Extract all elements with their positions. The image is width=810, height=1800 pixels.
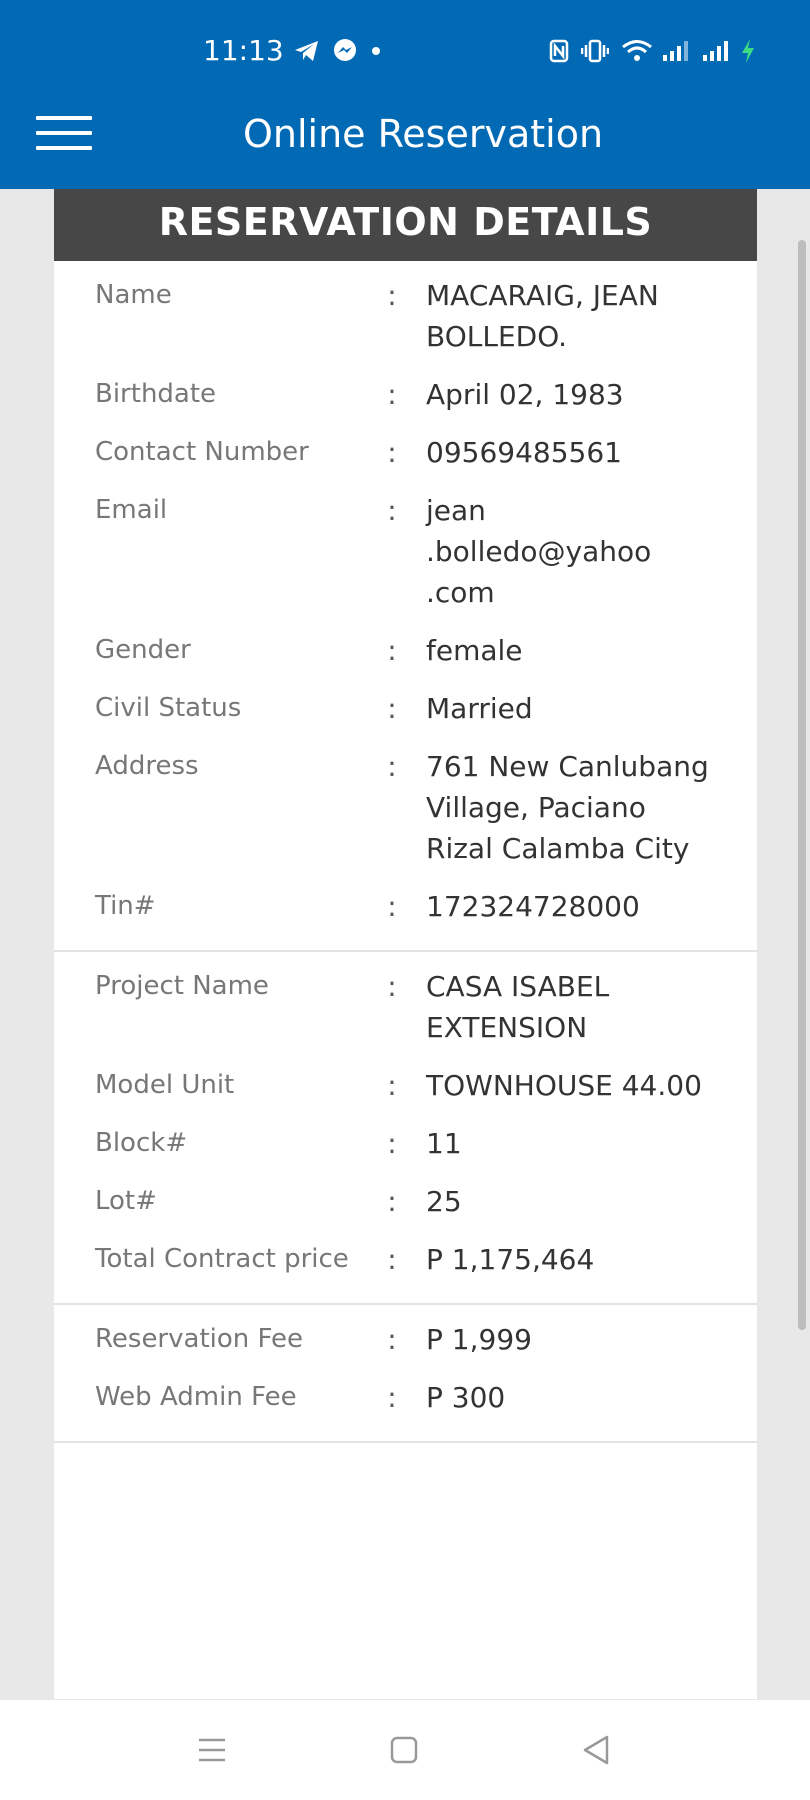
status-bar: 11:13 [0, 30, 810, 74]
detail-row-lot: Lot# : 25 [54, 1177, 757, 1235]
signal-icon [660, 36, 690, 66]
detail-label: Project Name [95, 971, 269, 1001]
detail-row-birthdate: Birthdate : April 02, 1983 [54, 370, 757, 428]
detail-label: Lot# [95, 1186, 157, 1216]
detail-value: April 02, 1983 [426, 378, 624, 411]
messenger-icon [330, 36, 360, 66]
detail-value: 172324728000 [426, 890, 640, 923]
back-icon[interactable] [566, 1722, 626, 1778]
detail-label: Model Unit [95, 1070, 235, 1100]
detail-row-contact-number: Contact Number : 09569485561 [54, 428, 757, 486]
system-nav-bar [0, 1700, 810, 1800]
detail-separator: : [387, 1069, 397, 1102]
signal-icon [700, 36, 730, 66]
detail-separator: : [387, 634, 397, 667]
detail-value: 09569485561 [426, 436, 622, 469]
nfc-icon [548, 36, 570, 66]
detail-separator: : [387, 970, 397, 1003]
detail-value: Married [426, 692, 533, 725]
dot-icon [368, 36, 384, 66]
detail-separator: : [387, 1243, 397, 1276]
detail-separator: : [387, 692, 397, 725]
detail-label: Gender [95, 635, 191, 665]
detail-row-gender: Gender : female [54, 626, 757, 684]
detail-row-web-admin-fee: Web Admin Fee : P 300 [54, 1373, 757, 1431]
detail-value: P 1,175,464 [426, 1243, 595, 1276]
detail-row-civil-status: Civil Status : Married [54, 684, 757, 742]
detail-separator: : [387, 1323, 397, 1356]
charging-icon [738, 36, 758, 66]
detail-value: P 1,999 [426, 1323, 532, 1356]
detail-separator: : [387, 436, 397, 469]
detail-separator: : [387, 494, 397, 527]
detail-value: CASA ISABEL EXTENSION [426, 970, 610, 1044]
detail-label: Web Admin Fee [95, 1382, 297, 1412]
detail-row-model-unit: Model Unit : TOWNHOUSE 44.00 [54, 1061, 757, 1119]
detail-value: 11 [426, 1127, 462, 1160]
scrollbar[interactable] [798, 240, 806, 1330]
detail-value: female [426, 634, 523, 667]
detail-label: Contact Number [95, 437, 309, 467]
detail-label: Reservation Fee [95, 1324, 304, 1354]
detail-row-tin: Tin# : 172324728000 [54, 882, 757, 940]
vibrate-icon [580, 36, 610, 66]
detail-row-total-contract-price: Total Contract price : P 1,175,464 [54, 1235, 757, 1293]
card-header: RESERVATION DETAILS [54, 189, 757, 261]
reservation-details-card: RESERVATION DETAILS Name : MACARAIG, JEA… [54, 189, 757, 1699]
detail-label: Email [95, 495, 168, 525]
detail-value: MACARAIG, JEAN BOLLEDO. [426, 279, 659, 353]
property-info-section: Project Name : CASA ISABEL EXTENSION Mod… [54, 952, 757, 1305]
detail-row-reservation-fee: Reservation Fee : P 1,999 [54, 1315, 757, 1373]
detail-separator: : [387, 279, 397, 312]
detail-value: 761 New Canlubang Village, Paciano Rizal… [426, 750, 709, 865]
detail-value: P 300 [426, 1381, 506, 1414]
detail-value: TOWNHOUSE 44.00 [426, 1069, 702, 1102]
detail-separator: : [387, 378, 397, 411]
detail-row-email: Email : jean .bolledo@yahoo .com [54, 486, 757, 626]
detail-row-name: Name : MACARAIG, JEAN BOLLEDO. [54, 271, 757, 370]
detail-separator: : [387, 1381, 397, 1414]
detail-label: Total Contract price [95, 1244, 349, 1274]
detail-label: Address [95, 751, 199, 781]
detail-value: jean .bolledo@yahoo .com [426, 494, 652, 609]
detail-separator: : [387, 750, 397, 783]
detail-label: Name [95, 280, 172, 310]
personal-info-section: Name : MACARAIG, JEAN BOLLEDO. Birthdate… [54, 261, 757, 952]
app-title: Online Reservation [242, 112, 604, 156]
detail-separator: : [387, 1185, 397, 1218]
app-bar: 11:13 Online Reservation [0, 0, 810, 189]
recent-apps-icon[interactable] [182, 1722, 242, 1778]
detail-label: Birthdate [95, 379, 217, 409]
detail-label: Tin# [95, 891, 156, 921]
home-icon[interactable] [374, 1722, 434, 1778]
detail-label: Block# [95, 1128, 188, 1158]
telegram-icon [292, 36, 322, 66]
detail-separator: : [387, 890, 397, 923]
detail-label: Civil Status [95, 693, 242, 723]
status-time: 11:13 [203, 34, 284, 67]
detail-separator: : [387, 1127, 397, 1160]
fees-section: Reservation Fee : P 1,999 Web Admin Fee … [54, 1305, 757, 1443]
detail-value: 25 [426, 1185, 462, 1218]
detail-row-block: Block# : 11 [54, 1119, 757, 1177]
wifi-icon [620, 36, 654, 66]
detail-row-project-name: Project Name : CASA ISABEL EXTENSION [54, 962, 757, 1061]
detail-row-address: Address : 761 New Canlubang Village, Pac… [54, 742, 757, 882]
